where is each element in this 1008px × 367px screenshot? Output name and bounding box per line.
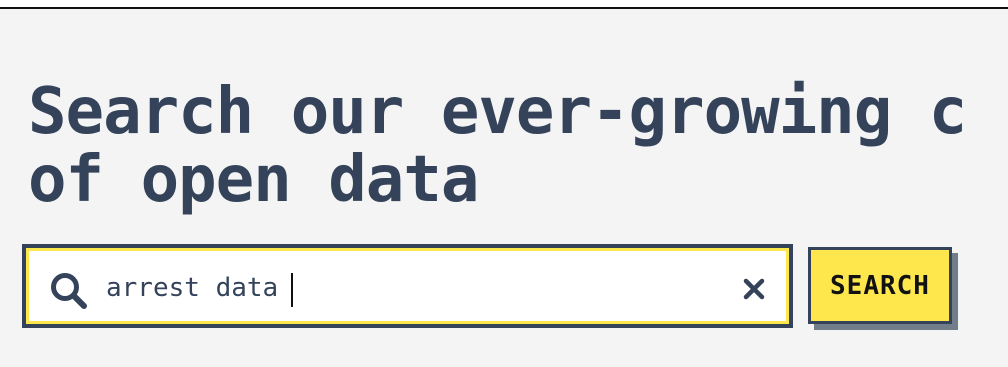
search-input[interactable]	[106, 267, 706, 309]
text-cursor	[291, 273, 293, 307]
search-field-container	[29, 251, 786, 321]
search-button[interactable]: SEARCH	[808, 247, 952, 324]
search-icon	[51, 273, 87, 309]
top-border	[0, 0, 1008, 9]
page-title: Search our ever-growing c of open data	[28, 75, 967, 217]
close-icon[interactable]	[740, 275, 768, 303]
search-button-container: SEARCH	[808, 247, 958, 330]
search-form	[22, 244, 793, 328]
